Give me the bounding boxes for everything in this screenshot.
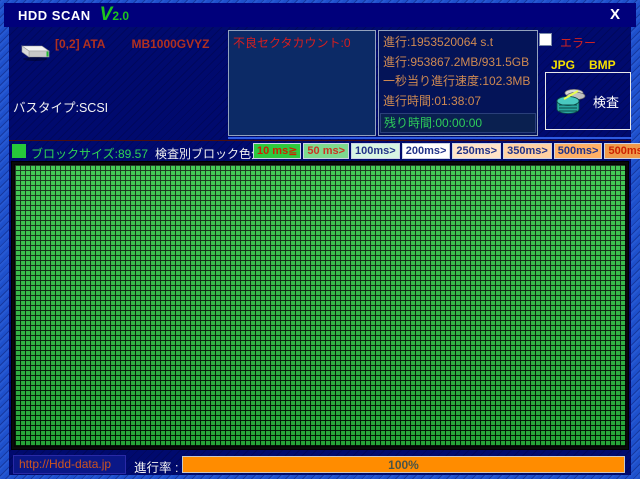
progress-sectors: 進行:1953520064 s.t <box>383 35 494 49</box>
legend-chips: 10 ms≧ 50 ms> 100ms> 200ms> 250ms> 350ms> 500m… <box>253 143 640 159</box>
app-window: HDD SCAN V 2.0 X [0,2] ATA MB1000GVYZ バスタ… <box>0 0 640 479</box>
bad-sector-panel: 不良セクタカウント:0 <box>228 30 376 136</box>
legend-chip-100ms: 100ms> <box>351 143 400 159</box>
drive-model: MB1000GVYZ <box>131 37 210 51</box>
scan-button-label: 検査 <box>593 94 620 110</box>
progress-rows: 進行:1953520064 s.t 進行:953867.2MB/931.5GB … <box>379 33 537 111</box>
error-checkbox[interactable] <box>539 33 552 46</box>
scan-button[interactable]: 検査 <box>545 72 631 130</box>
progress-remaining: 残り時間:00:00:00 <box>380 113 536 133</box>
divider <box>9 140 631 141</box>
legend-chip-500ms: 500ms> <box>553 143 603 159</box>
legend-chip-500ms: 500ms< <box>604 143 640 159</box>
client-area: [0,2] ATA MB1000GVYZ バスタイプ:SCSI ファームウェア:… <box>9 27 640 475</box>
website-link[interactable]: http://Hdd-data.jp <box>13 455 126 474</box>
app-title: HDD SCAN <box>18 7 91 23</box>
titlebar[interactable]: HDD SCAN V 2.0 X <box>4 3 636 27</box>
block-size-label: ブロックサイズ:89.57 <box>31 147 149 161</box>
legend-chip-200ms: 200ms> <box>401 143 451 159</box>
disk-stack-icon <box>556 89 586 114</box>
progress-rate-label: 進行率 : <box>134 461 179 475</box>
progress-percent: 100% <box>388 457 419 472</box>
legend-chip-250ms: 250ms> <box>452 143 502 159</box>
block-map-cells <box>15 165 625 446</box>
close-button[interactable]: X <box>610 6 620 23</box>
drive-select[interactable]: [0,2] ATA MB1000GVYZ <box>55 37 209 51</box>
progress-info-panel: 進行:1953520064 s.t 進行:953867.2MB/931.5GB … <box>378 30 538 136</box>
progress-speed: 一秒当り進行速度:102.3MB <box>383 74 531 88</box>
divider <box>228 137 632 139</box>
bus-type: バスタイプ:SCSI <box>13 101 109 115</box>
progress-bar: 100% <box>182 456 625 473</box>
legend-chip-10ms: 10 ms≧ <box>253 143 302 159</box>
legend-chip-350ms: 350ms> <box>503 143 552 159</box>
progress-elapsed: 進行時間:01:38:07 <box>383 93 482 108</box>
progress-bytes: 進行:953867.2MB/931.5GB <box>383 54 530 69</box>
block-swatch <box>12 144 26 158</box>
bad-sector-count: 不良セクタカウント:0 <box>233 36 351 50</box>
bmp-button[interactable]: BMP <box>589 58 616 72</box>
jpg-button[interactable]: JPG <box>551 58 575 72</box>
block-map[interactable] <box>12 162 628 449</box>
legend-chip-50ms: 50 ms> <box>303 143 350 159</box>
error-checkbox-label: エラー <box>560 36 597 50</box>
app-version: V 2.0 <box>99 3 129 25</box>
drive-id: [0,2] ATA <box>55 37 106 51</box>
